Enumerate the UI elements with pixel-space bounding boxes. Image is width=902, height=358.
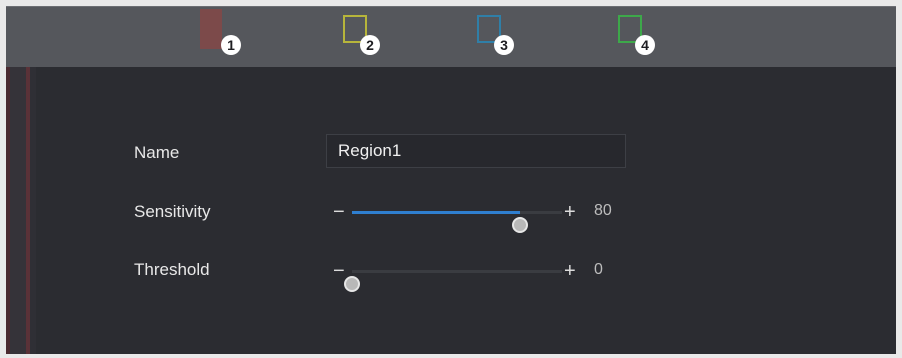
region-1-color-swatch-icon	[200, 9, 222, 49]
threshold-value: 0	[594, 261, 603, 278]
region-2-number-badge: 2	[360, 35, 380, 55]
threshold-slider-thumb[interactable]	[344, 276, 360, 292]
threshold-increase-button[interactable]: +	[564, 257, 576, 285]
sensitivity-increase-button[interactable]: +	[564, 198, 576, 226]
region-tab-2[interactable]: 2	[341, 13, 385, 61]
threshold-slider-track[interactable]	[344, 270, 562, 292]
threshold-slider-row: − + 0	[326, 257, 626, 292]
sensitivity-decrease-button[interactable]: −	[333, 198, 345, 226]
sensitivity-slider-thumb[interactable]	[512, 217, 528, 233]
sensitivity-slider-fill	[352, 211, 520, 214]
sensitivity-slider-track[interactable]	[352, 211, 562, 233]
region-tab-1[interactable]: 1	[200, 9, 246, 61]
region-3-number-badge: 3	[494, 35, 514, 55]
threshold-label: Threshold	[134, 260, 210, 279]
sensitivity-value: 80	[594, 202, 612, 219]
region-tab-4[interactable]: 4	[616, 13, 660, 61]
region-tab-bar: 1 2 3 4	[6, 6, 896, 67]
sensitivity-label: Sensitivity	[134, 202, 211, 221]
threshold-decrease-button[interactable]: −	[333, 257, 345, 285]
region-1-number-badge: 1	[221, 35, 241, 55]
region-settings-panel: 1 2 3 4 Name Region1 Sensitivity − + 80 …	[6, 6, 896, 354]
sensitivity-slider-row: − + 80	[326, 198, 626, 233]
region-4-number-badge: 4	[635, 35, 655, 55]
name-label: Name	[134, 143, 180, 162]
region-tab-3[interactable]: 3	[475, 13, 519, 61]
name-input[interactable]: Region1	[326, 134, 626, 168]
